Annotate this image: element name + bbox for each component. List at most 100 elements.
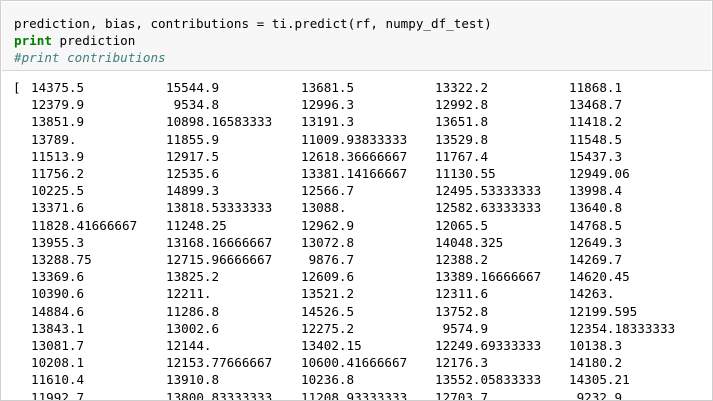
output-row: 14884.6 11286.8 14526.5 13752.8 12199.595 (1, 303, 712, 320)
output-value: 11418.2 (569, 114, 623, 130)
output-value: 12311.6 (435, 286, 489, 302)
output-row: 11756.2 12535.6 13381.14166667 11130.55 1294… (1, 165, 712, 182)
output-value: 12949.06 (569, 166, 630, 181)
output-value: 9574.9 (435, 320, 489, 336)
output-value: 14305.21 (569, 372, 630, 388)
output-value: 13681.5 (301, 80, 355, 95)
output-value: 13002.6 (166, 320, 220, 336)
output-row: 10390.6 12211. 13521.2 12311.6 14263. (1, 285, 712, 302)
output-value: 14180.2 (569, 355, 623, 371)
output-value: 12388.2 (435, 252, 489, 267)
output-value: 12582.63333333 (435, 200, 542, 216)
output-value: 12211. (166, 286, 212, 302)
output-value: 11009.93833333 (301, 131, 408, 147)
output-value: 12992.8 (435, 97, 489, 113)
output-value: 12065.5 (435, 217, 489, 233)
output-value: 13800.83333333 (166, 389, 273, 401)
code-line-1: prediction, bias, contributions = ti.pre… (14, 16, 492, 31)
output-value: 10390.6 (31, 286, 85, 302)
output-value: 14269.7 (569, 252, 623, 267)
code-input-cell[interactable]: prediction, bias, contributions = ti.pre… (2, 2, 711, 71)
output-value: 13072.8 (301, 234, 355, 250)
output-value: 14620.45 (569, 269, 630, 285)
output-row: 13955.3 13168.16666667 13072.8 14048.325 126… (1, 234, 712, 251)
output-value: 13288.75 (31, 252, 92, 267)
output-value: 13851.9 (31, 114, 85, 130)
output-value: 9232.9 (569, 389, 623, 401)
output-value: 13640.8 (569, 200, 623, 216)
output-row: 11610.4 13910.8 10236.8 13552.05833333 14305… (1, 371, 712, 388)
output-value: 12144. (166, 338, 212, 353)
output-value: 13402.15 (301, 338, 362, 353)
output-value: 12153.77666667 (166, 355, 273, 371)
output-value: 13818.53333333 (166, 200, 273, 216)
output-value: 11248.25 (166, 217, 227, 233)
output-value: 13521.2 (301, 286, 355, 302)
output-value: 13955.3 (31, 234, 85, 250)
output-value: 12703.7 (435, 389, 489, 401)
output-value: 13322.2 (435, 80, 489, 95)
output-value: 11130.55 (435, 166, 496, 181)
output-value: 12249.69333333 (435, 338, 542, 353)
output-value: 11828.41666667 (31, 217, 138, 233)
output-value: 12609.6 (301, 269, 355, 285)
output-value: 13081.7 (31, 338, 85, 353)
notebook-cell: prediction, bias, contributions = ti.pre… (0, 0, 713, 401)
output-value: 11767.4 (435, 148, 489, 164)
output-row: 10208.1 12153.77666667 10600.41666667 12176… (1, 354, 712, 371)
output-value: 12495.53333333 (435, 183, 542, 199)
output-value: 13825.2 (166, 269, 220, 285)
output-value: 12275.2 (301, 320, 355, 336)
output-value: 11208.93333333 (301, 389, 408, 401)
output-value: 12618.36666667 (301, 148, 408, 164)
output-value: 13843.1 (31, 320, 85, 336)
code-comment: #print contributions (14, 50, 166, 65)
output-value: 11286.8 (166, 303, 220, 319)
output-row: 11513.9 12917.5 12618.36666667 11767.4 15437… (1, 148, 712, 165)
output-value: 10600.41666667 (301, 355, 408, 371)
output-value: 10898.16583333 (166, 114, 273, 130)
output-value: 11513.9 (31, 148, 85, 164)
output-row: 11828.41666667 11248.25 12962.9 12065.5 1476… (1, 217, 712, 234)
output-row: 13851.9 10898.16583333 13191.3 13651.8 11418… (1, 113, 712, 130)
output-value: 12354.18333333 (569, 320, 676, 336)
output-value: 9876.7 (301, 252, 355, 267)
output-value: 12566.7 (301, 183, 355, 199)
output-value: 14375.5 (31, 80, 85, 95)
print-argument: prediction (51, 33, 136, 48)
output-value: 10138.3 (569, 338, 623, 353)
output-value: 9534.8 (166, 97, 220, 113)
output-value: 14768.5 (569, 217, 623, 233)
output-value: 11548.5 (569, 131, 623, 147)
output-row: 13081.7 12144. 13402.15 12249.69333333 10138… (1, 337, 712, 354)
output-value: 12649.3 (569, 234, 623, 250)
print-keyword: print (14, 33, 52, 48)
output-row: 13288.75 12715.96666667 9876.7 12388.2 1426… (1, 251, 712, 268)
output-value: 10225.5 (31, 183, 85, 199)
output-value: 14048.325 (435, 234, 504, 250)
output-value: 13088. (301, 200, 347, 216)
output-value: 13789. (31, 131, 77, 147)
output-value: 12715.96666667 (166, 252, 273, 267)
output-value: 12962.9 (301, 217, 355, 233)
output-value: 13369.6 (31, 269, 85, 285)
output-row: 11992.7 13800.83333333 11208.93333333 12703… (1, 389, 712, 401)
output-value: 13998.4 (569, 183, 623, 199)
output-value: 11868.1 (569, 80, 623, 95)
output-value: 12996.3 (301, 97, 355, 113)
output-value: 15544.9 (166, 80, 220, 95)
output-value: 11855.9 (166, 131, 220, 147)
output-value: 10236.8 (301, 372, 355, 388)
output-value: 14899.3 (166, 183, 220, 199)
output-row: 13369.6 13825.2 12609.6 13389.16666667 14620… (1, 268, 712, 285)
output-row: 12379.9 9534.8 12996.3 12992.8 13468.7 (1, 96, 712, 113)
cell-output: [ 14375.5 15544.9 13681.5 13322.2 11868.1 123… (1, 79, 712, 401)
output-row: 14375.5 15544.9 13681.5 13322.2 11868.1 (1, 79, 712, 96)
output-value: 13910.8 (166, 372, 220, 388)
output-row: 13371.6 13818.53333333 13088. 12582.6333333… (1, 199, 712, 216)
output-value: 11992.7 (31, 389, 85, 401)
output-value: 13371.6 (31, 200, 85, 216)
output-value: 13552.05833333 (435, 372, 542, 388)
output-value: 13381.14166667 (301, 166, 408, 181)
output-value: 13529.8 (435, 131, 489, 147)
